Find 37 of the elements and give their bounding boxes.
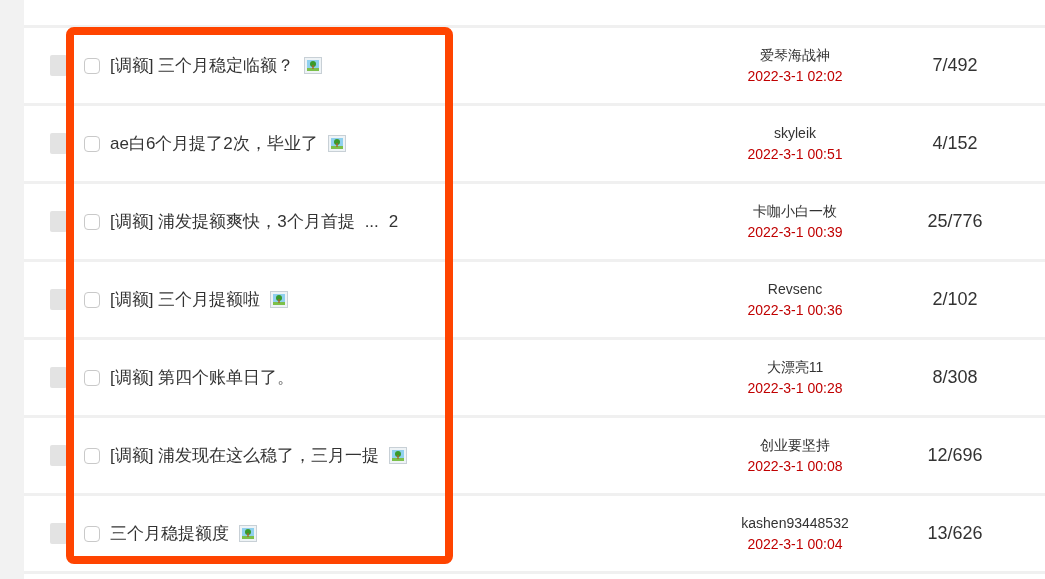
thread-title-link[interactable]: [调额] 第四个账单日了。 — [110, 364, 295, 391]
author-link[interactable]: 创业要坚持 — [760, 434, 830, 456]
thread-title-link[interactable]: [调额] 浦发提额爽快，3个月首提 — [110, 208, 355, 235]
post-time: 2022-3-1 00:08 — [747, 456, 843, 476]
page-link[interactable]: 2 — [388, 208, 399, 235]
post-time: 2022-3-1 02:02 — [747, 66, 843, 86]
thread-checkbox[interactable] — [84, 213, 100, 230]
author-link[interactable]: 卡咖小白一枚 — [753, 200, 837, 222]
thread-checkbox[interactable] — [84, 525, 100, 542]
reply-view-count: 4/152 — [931, 132, 979, 155]
post-time: 2022-3-1 00:51 — [747, 144, 843, 164]
thread-title-link[interactable]: ae白6个月提了2次，毕业了 — [110, 130, 318, 157]
thread-title-link[interactable]: [调额] 三个月稳定临额？ — [110, 52, 295, 79]
post-time: 2022-3-1 00:36 — [747, 300, 843, 320]
thread-title-link[interactable]: [调额] 浦发现在这么稳了，三月一提 — [110, 442, 380, 469]
reply-view-count: 2/102 — [931, 288, 979, 311]
author-link[interactable]: kashen93448532 — [741, 512, 849, 534]
reply-view-count: 13/626 — [926, 522, 984, 545]
author-link[interactable]: 大漂亮11 — [766, 356, 824, 378]
post-time: 2022-3-1 00:28 — [747, 378, 843, 398]
page-link[interactable]: ... — [364, 208, 379, 235]
author-link[interactable]: Revsenc — [767, 278, 823, 300]
thread-title-link[interactable]: 三个月稳提额度 — [110, 520, 229, 547]
reply-view-count: 12/696 — [926, 444, 984, 467]
reply-view-count: 8/308 — [931, 366, 979, 389]
thread-checkbox[interactable] — [84, 57, 100, 74]
reply-view-count: 7/492 — [931, 54, 979, 77]
thread-title-link[interactable]: [调额] 三个月提额啦 — [110, 286, 261, 313]
thread-checkbox[interactable] — [84, 291, 100, 308]
thread-checkbox[interactable] — [84, 369, 100, 386]
post-time: 2022-3-1 00:39 — [747, 222, 843, 242]
author-link[interactable]: 爱琴海战神 — [760, 44, 830, 66]
thread-checkbox[interactable] — [84, 135, 100, 152]
post-time: 2022-3-1 00:04 — [747, 534, 843, 554]
reply-view-count: 25/776 — [926, 210, 984, 233]
author-link[interactable]: skyleik — [774, 122, 816, 144]
thread-checkbox[interactable] — [84, 447, 100, 464]
